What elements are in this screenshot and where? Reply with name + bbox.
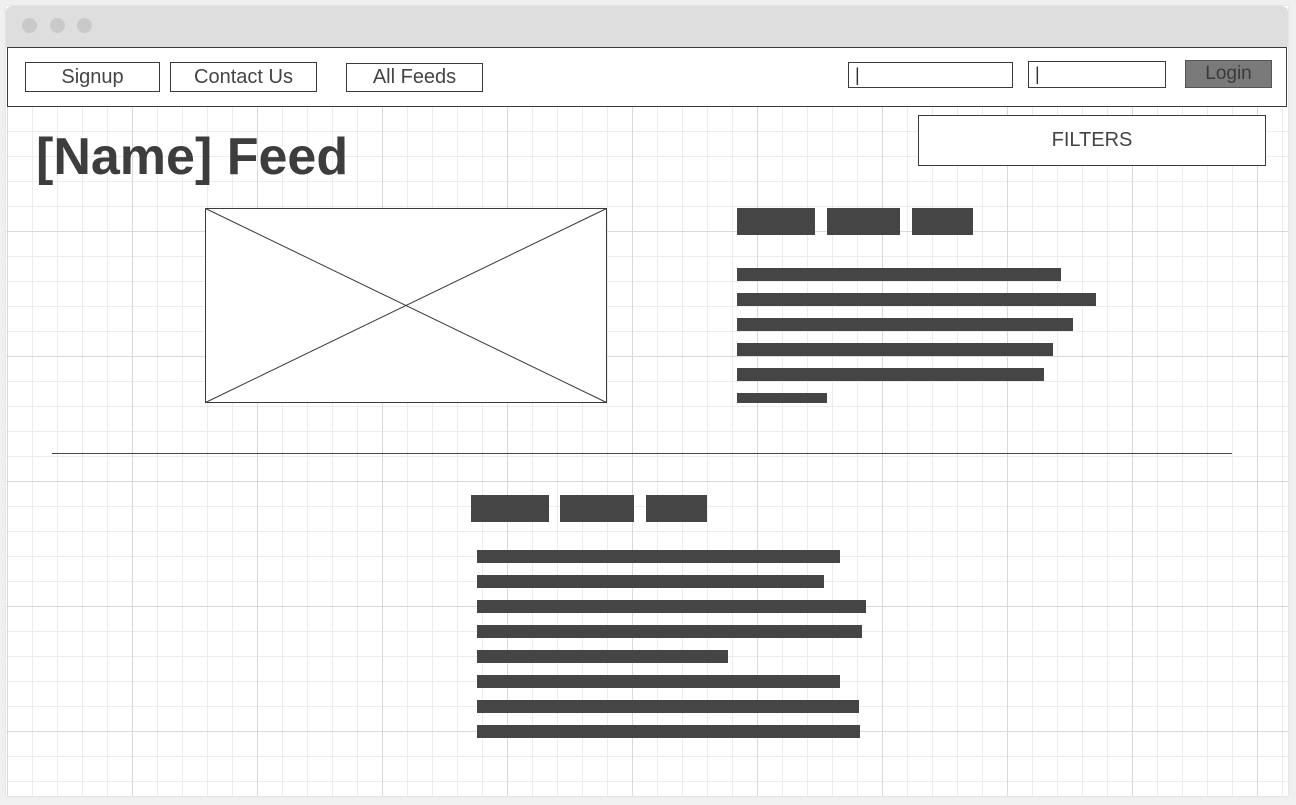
filters-button[interactable]: FILTERS [918, 115, 1266, 166]
text-line-placeholder [477, 650, 728, 663]
tag-placeholder[interactable] [827, 208, 900, 235]
tag-placeholder[interactable] [646, 495, 707, 522]
minimize-window-icon[interactable] [50, 18, 65, 33]
close-window-icon[interactable] [22, 18, 37, 33]
text-line-placeholder [737, 268, 1061, 281]
text-line-placeholder [737, 368, 1044, 381]
text-line-placeholder [477, 625, 862, 638]
contact-us-button[interactable]: Contact Us [170, 62, 317, 92]
signup-button[interactable]: Signup [25, 62, 160, 92]
tag-placeholder[interactable] [560, 495, 634, 522]
all-feeds-button[interactable]: All Feeds [346, 63, 483, 92]
page-title: [Name] Feed [36, 128, 349, 186]
feed-divider [52, 453, 1232, 454]
text-line-placeholder [477, 725, 860, 738]
text-line-placeholder [477, 700, 859, 713]
text-line-placeholder [737, 293, 1096, 306]
tag-placeholder[interactable] [471, 495, 549, 522]
browser-window: Signup Contact Us All Feeds | | Login [N… [6, 6, 1288, 796]
maximize-window-icon[interactable] [77, 18, 92, 33]
window-titlebar [6, 6, 1288, 47]
text-line-placeholder [477, 550, 840, 563]
username-input[interactable]: | [848, 62, 1013, 88]
text-line-placeholder [737, 318, 1073, 331]
password-input[interactable]: | [1028, 61, 1166, 88]
image-placeholder [205, 208, 607, 403]
top-navbar: Signup Contact Us All Feeds | | Login [7, 47, 1287, 107]
canvas-grid [6, 107, 1288, 796]
text-line-placeholder [477, 675, 840, 688]
text-line-placeholder [477, 575, 824, 588]
text-line-placeholder [477, 600, 866, 613]
login-button[interactable]: Login [1185, 60, 1272, 88]
text-line-placeholder [737, 343, 1053, 356]
tag-placeholder[interactable] [912, 208, 973, 235]
tag-placeholder[interactable] [737, 208, 815, 235]
text-line-placeholder [737, 393, 827, 403]
